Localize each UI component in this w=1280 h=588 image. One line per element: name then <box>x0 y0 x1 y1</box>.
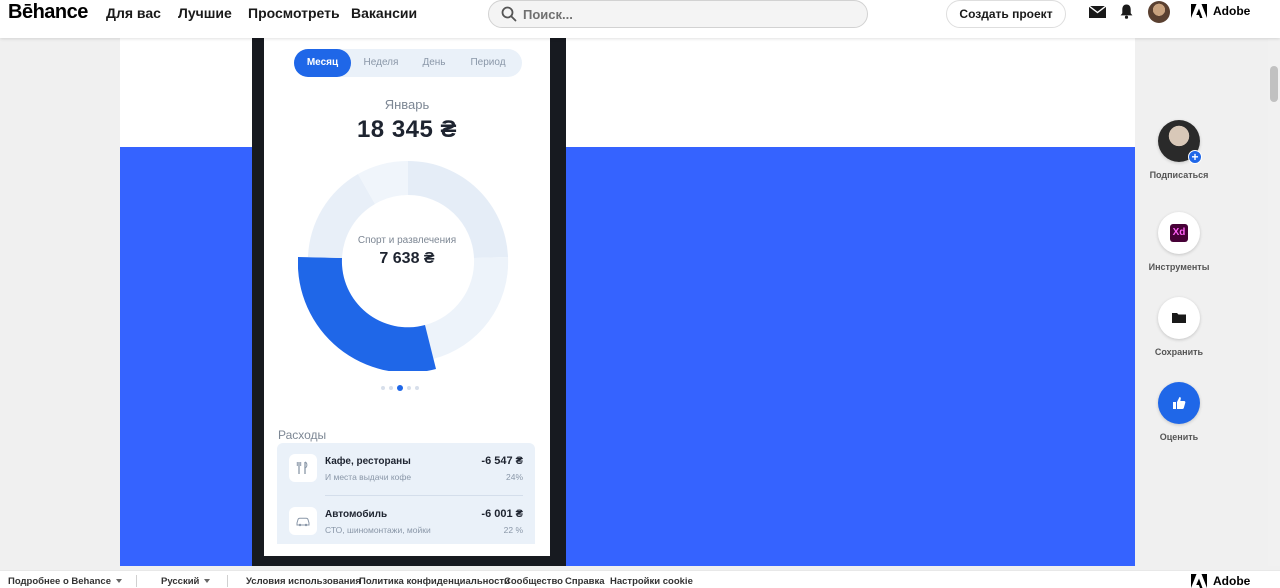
tab-week[interactable]: Неделя <box>352 49 410 77</box>
expenses-title: Расходы <box>278 428 327 442</box>
tools-button[interactable]: Xd <box>1158 212 1200 254</box>
cutlery-icon <box>289 454 317 482</box>
language-label: Русский <box>161 576 200 587</box>
list-item[interactable]: Кафе, рестораны И места выдачи кофе -6 5… <box>277 443 535 496</box>
expenses-list: Кафе, рестораны И места выдачи кофе -6 5… <box>277 443 535 556</box>
nav-jobs[interactable]: Вакансии <box>351 5 417 21</box>
footer-link-cookies[interactable]: Настройки cookie <box>610 576 693 587</box>
tab-month[interactable]: Месяц <box>294 49 351 77</box>
nav-for-you[interactable]: Для вас <box>106 5 161 21</box>
pager-dot[interactable] <box>381 386 385 390</box>
footer-link-help[interactable]: Справка <box>565 576 605 587</box>
expense-name: Кафе, рестораны <box>325 456 411 467</box>
search-input[interactable] <box>523 5 843 23</box>
footer-bar: Подробнее о Behance Русский Условия испо… <box>0 570 1280 588</box>
expense-subtitle: И места выдачи кофе <box>325 472 412 482</box>
donut-category-label: Спорт и развлечения <box>357 235 457 246</box>
chevron-down-icon <box>116 579 122 583</box>
expense-amount: -6 547 ₴ <box>481 455 523 467</box>
donut-category-value: 7 638 ₴ <box>379 250 435 267</box>
tools-label: Инструменты <box>1148 262 1210 272</box>
behance-logo[interactable]: Bēhance <box>8 1 88 24</box>
appreciate-label: Оценить <box>1159 432 1199 442</box>
divider <box>136 575 137 587</box>
total-amount: 18 345 ₴ <box>356 116 458 143</box>
appreciate-action[interactable]: Оценить <box>1139 382 1219 442</box>
divider <box>227 575 228 587</box>
adobe-link[interactable]: Adobe <box>1191 4 1250 18</box>
follow-label: Подписаться <box>1149 170 1209 180</box>
period-segmented-control: Месяц Неделя День Период <box>294 49 522 77</box>
expense-amount: -6 001 ₴ <box>481 508 523 520</box>
language-dropdown[interactable]: Русский <box>161 576 211 587</box>
folder-icon <box>1172 313 1186 323</box>
chevron-down-icon <box>204 579 211 583</box>
list-item[interactable]: Автомобиль СТО, шиномонтажи, мойки -6 00… <box>277 496 535 548</box>
expense-subtitle: СТО, шиномонтажи, мойки <box>325 525 431 535</box>
top-navbar: Bēhance Для вас Лучшие Просмотреть Вакан… <box>0 0 1280 38</box>
footer-adobe-link[interactable]: Adobe <box>1191 574 1250 588</box>
donut-segment-light-2 <box>425 257 509 359</box>
follow-action[interactable]: + Подписаться <box>1139 120 1219 180</box>
save-label: Сохранить <box>1154 347 1204 357</box>
chart-pager-dots[interactable] <box>381 377 423 395</box>
pager-dot[interactable] <box>389 386 393 390</box>
tab-day[interactable]: День <box>410 49 458 77</box>
search-icon <box>501 6 517 22</box>
donut-segment-active <box>298 257 436 371</box>
tab-period[interactable]: Период <box>458 49 518 77</box>
pager-dot[interactable] <box>415 386 419 390</box>
tools-action[interactable]: Xd Инструменты <box>1139 212 1219 272</box>
footer-more-dropdown[interactable]: Подробнее о Behance <box>8 576 122 587</box>
expense-percent: 24% <box>505 472 523 482</box>
mail-icon[interactable] <box>1089 6 1106 18</box>
bell-icon[interactable] <box>1120 4 1133 19</box>
pager-dot-active[interactable] <box>397 385 403 391</box>
page-scrollbar[interactable] <box>1268 38 1280 566</box>
footer-more-label: Подробнее о Behance <box>8 576 111 587</box>
adobe-logo-icon <box>1191 4 1207 18</box>
phone-mockup: Месяц Неделя День Период Январь 18 345 ₴… <box>252 38 566 566</box>
adobe-logo-icon <box>1191 574 1207 588</box>
footer-link-terms[interactable]: Условия использования <box>246 576 361 587</box>
expense-percent: 22 % <box>503 525 523 535</box>
project-canvas: Месяц Неделя День Период Январь 18 345 ₴… <box>120 38 1135 566</box>
save-button[interactable] <box>1158 297 1200 339</box>
car-icon <box>289 507 317 535</box>
pager-dot[interactable] <box>407 386 411 390</box>
search-bar[interactable] <box>488 0 868 28</box>
adobe-label: Adobe <box>1213 4 1251 18</box>
month-label: Январь <box>384 97 430 112</box>
follow-button[interactable]: + <box>1158 120 1202 164</box>
thumbs-up-icon <box>1173 397 1186 409</box>
user-avatar[interactable] <box>1148 1 1170 23</box>
adobe-xd-icon: Xd <box>1170 224 1188 242</box>
footer-link-community[interactable]: Сообщество <box>504 576 563 587</box>
footer-link-privacy[interactable]: Политика конфиденциальности <box>359 576 510 587</box>
footer-adobe-label: Adobe <box>1213 574 1251 588</box>
phone-tab-bar <box>264 544 550 556</box>
appreciate-button[interactable] <box>1158 382 1200 424</box>
nav-best[interactable]: Лучшие <box>178 5 232 21</box>
plus-icon: + <box>1188 150 1202 164</box>
scrollbar-thumb[interactable] <box>1270 66 1278 102</box>
expense-name: Автомобиль <box>325 509 388 520</box>
save-action[interactable]: Сохранить <box>1139 297 1219 357</box>
create-project-button[interactable]: Создать проект <box>946 0 1066 28</box>
nav-browse[interactable]: Просмотреть <box>248 5 340 21</box>
phone-screen: Месяц Неделя День Период Январь 18 345 ₴… <box>264 38 550 556</box>
